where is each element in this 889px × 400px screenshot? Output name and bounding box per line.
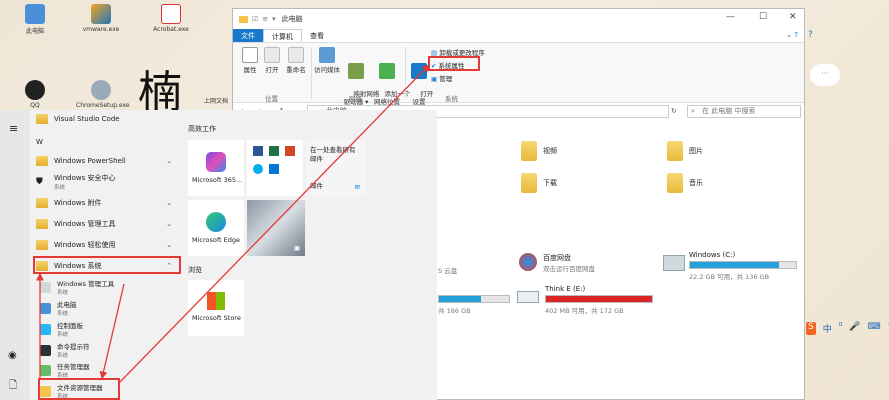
annotation-arrows	[36, 64, 430, 383]
arrow-to-file-explorer	[99, 283, 125, 380]
arrow-to-system-properties	[119, 64, 430, 383]
